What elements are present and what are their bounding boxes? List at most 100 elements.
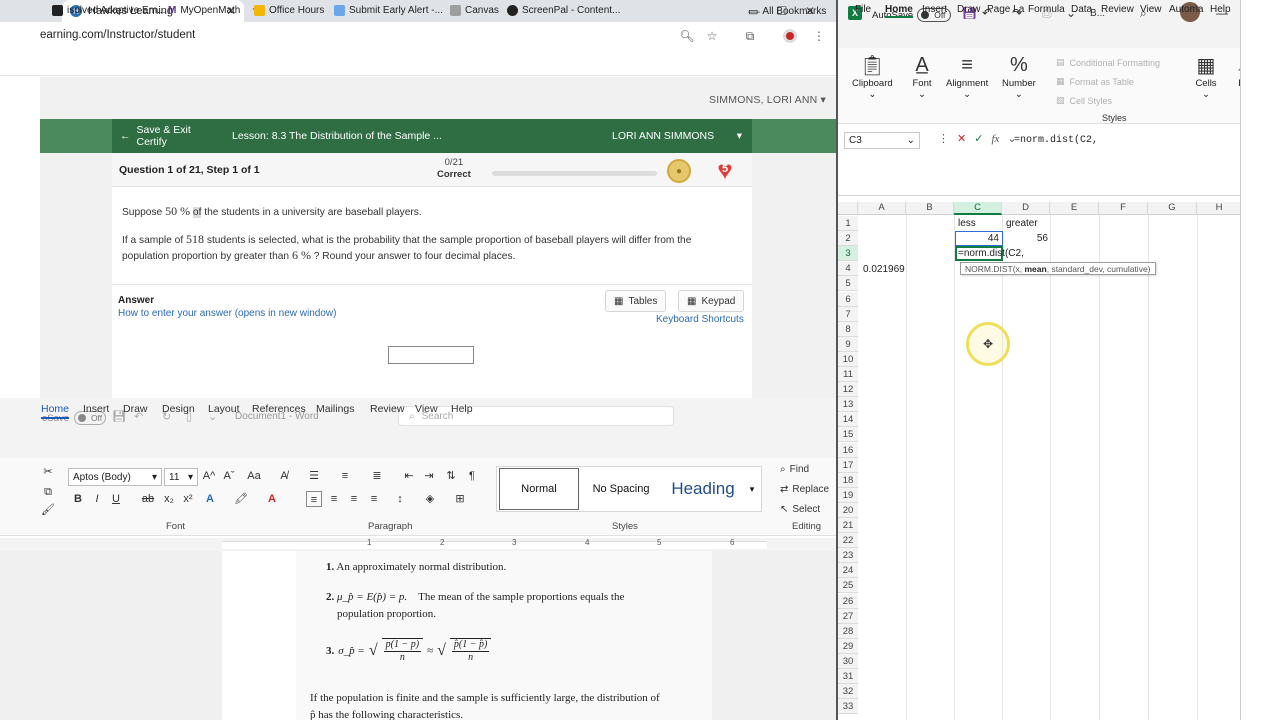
extensions-icon[interactable]: ⧉ — [741, 27, 759, 45]
active-cell-C3[interactable]: =norm.dist(C2, — [955, 246, 1024, 261]
subscript-icon[interactable]: x₂ — [161, 491, 177, 507]
excel-tab-view[interactable]: View — [1140, 4, 1162, 15]
row-header[interactable]: 7 — [838, 306, 858, 322]
cancel-icon[interactable]: ✕ — [957, 132, 966, 145]
column-header[interactable]: F — [1099, 202, 1148, 215]
change-case-icon[interactable]: Aa — [246, 468, 262, 484]
cell-D2[interactable]: 56 — [1002, 231, 1050, 246]
excel-tab-draw[interactable]: Draw — [957, 4, 980, 15]
row-header[interactable]: 24 — [838, 563, 858, 579]
word-search-box[interactable]: ⌕ Search — [398, 406, 674, 426]
row-header[interactable]: 11 — [838, 367, 858, 382]
row-header[interactable]: 13 — [838, 397, 858, 413]
all-bookmarks[interactable]: ▭ All Bookmarks — [748, 5, 826, 18]
word-tab-design[interactable]: Design — [162, 403, 195, 415]
formula-input[interactable]: =norm.dist(C2, — [1014, 135, 1098, 146]
word-tab-review[interactable]: Review — [370, 403, 404, 415]
word-tab-references[interactable]: References — [252, 403, 306, 415]
keypad-button[interactable]: ▦ Keypad — [678, 290, 745, 312]
excel-tab-file[interactable]: File — [855, 4, 871, 15]
row-header[interactable]: 27 — [838, 608, 858, 624]
superscript-icon[interactable]: x² — [180, 491, 196, 507]
style-normal[interactable]: Normal — [499, 468, 579, 510]
row-header[interactable]: 9 — [838, 336, 858, 352]
name-box[interactable]: C3 ⌄ — [844, 132, 920, 149]
bold-icon[interactable]: B — [70, 491, 86, 507]
row-header[interactable]: 17 — [838, 457, 858, 473]
word-tab-insert[interactable]: Insert — [83, 403, 109, 415]
cell-D1[interactable]: greater — [1004, 216, 1040, 231]
row-header[interactable]: 20 — [838, 502, 858, 518]
clear-format-icon[interactable]: A̸ — [276, 468, 292, 484]
align-left-icon[interactable]: ≡ — [306, 491, 322, 507]
row-header[interactable]: 25 — [838, 578, 858, 594]
editing-group[interactable]: ⌕Ed — [1230, 52, 1240, 90]
word-tab-home[interactable]: Home — [41, 403, 70, 419]
function-icon[interactable]: fx — [991, 133, 999, 145]
copy-icon[interactable]: ⧉ — [40, 484, 56, 500]
font-color-icon[interactable]: A — [264, 491, 280, 507]
style-heading[interactable]: Heading — [663, 468, 743, 510]
row-header[interactable]: 33 — [838, 699, 858, 715]
row-header[interactable]: 22 — [838, 533, 858, 549]
tables-button[interactable]: ▦ Tables — [605, 290, 667, 312]
cut-icon[interactable]: ✂ — [40, 464, 56, 480]
row-header[interactable]: 15 — [838, 427, 858, 443]
word-tab-mailings[interactable]: Mailings — [316, 403, 355, 415]
shrink-font-icon[interactable]: Aˇ — [221, 468, 237, 484]
row-header[interactable]: 29 — [838, 638, 858, 654]
learner-menu[interactable]: LORI ANN SIMMONS ▾ — [612, 130, 752, 142]
row-header[interactable]: 28 — [838, 623, 858, 639]
number-group[interactable]: % Number ⌄ — [1002, 52, 1036, 101]
row-header[interactable]: 2 — [838, 231, 858, 247]
conditional-formatting-button[interactable]: ▤ Conditional Formatting — [1056, 57, 1160, 68]
column-header[interactable]: C — [954, 202, 1002, 215]
align-right-icon[interactable]: ≡ — [346, 491, 362, 507]
column-header[interactable]: B — [906, 202, 954, 215]
text-effects-icon[interactable]: A — [202, 491, 218, 507]
justify-icon[interactable]: ≡ — [366, 491, 382, 507]
font-name-box[interactable]: Aptos (Body) ▾ — [68, 468, 162, 486]
excel-tab-review[interactable]: Review — [1101, 4, 1134, 15]
row-header[interactable]: 18 — [838, 472, 858, 488]
keyboard-shortcuts-link[interactable]: Keyboard Shortcuts — [656, 314, 744, 325]
row-header[interactable]: 3 — [838, 246, 858, 262]
select-button[interactable]: ↖ Select — [780, 504, 820, 515]
row-header[interactable]: 1 — [838, 216, 858, 231]
cells-group[interactable]: ▦ Cells ⌄ — [1192, 52, 1220, 101]
cell-C1[interactable]: less — [956, 216, 978, 231]
word-tab-help[interactable]: Help — [451, 403, 473, 415]
bookmark-myopenmath[interactable]: M MyOpenMath — [168, 5, 240, 16]
bullets-icon[interactable]: ☰ — [306, 468, 322, 484]
increase-indent-icon[interactable]: ⇥ — [421, 468, 437, 484]
strikethrough-icon[interactable]: ab — [140, 491, 156, 507]
save-exit-button[interactable]: ← Save & Exit Certify — [112, 124, 224, 148]
word-tab-view[interactable]: View — [415, 403, 438, 415]
line-spacing-icon[interactable]: ↕ — [392, 491, 408, 507]
excel-tab-help[interactable]: Help — [1210, 4, 1231, 15]
answer-input[interactable] — [388, 346, 474, 364]
row-header[interactable]: 31 — [838, 669, 858, 684]
column-header[interactable]: H — [1197, 202, 1240, 215]
decrease-indent-icon[interactable]: ⇤ — [401, 468, 417, 484]
format-painter-icon[interactable]: 🖌︎ — [40, 502, 56, 518]
word-tab-layout[interactable]: Layout — [208, 403, 240, 415]
style-no-spacing[interactable]: No Spacing — [581, 468, 661, 510]
excel-tab-home[interactable]: Home — [885, 4, 913, 18]
excel-tab-insert[interactable]: Insert — [922, 4, 947, 15]
row-header[interactable]: 19 — [838, 487, 858, 503]
bookmark-office-hours[interactable]: Office Hours — [254, 5, 324, 16]
ruler-track[interactable] — [222, 541, 767, 549]
row-header[interactable]: 12 — [838, 382, 858, 398]
bookmark-isolved[interactable]: isolved Adaptive Em... — [52, 5, 165, 16]
row-header[interactable]: 23 — [838, 548, 858, 564]
bookmark-canvas[interactable]: Canvas — [450, 5, 499, 16]
bookmark-early-alert[interactable]: Submit Early Alert -... — [334, 5, 443, 16]
highlight-icon[interactable]: 🖍︎ — [233, 491, 249, 507]
row-header[interactable]: 6 — [838, 291, 858, 307]
numbering-icon[interactable]: ≡ — [337, 468, 353, 484]
answer-help-link[interactable]: How to enter your answer (opens in new w… — [118, 308, 336, 319]
row-header[interactable]: 5 — [838, 276, 858, 292]
zoom-icon[interactable]: 🔍︎ — [678, 27, 696, 45]
profile-icon[interactable] — [781, 27, 799, 45]
